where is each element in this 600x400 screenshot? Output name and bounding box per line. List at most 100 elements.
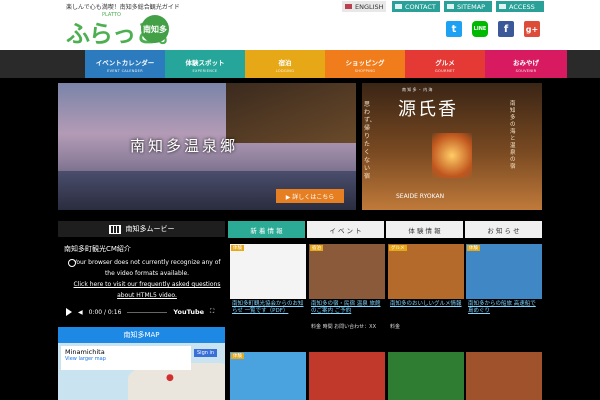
nav-sublabel: EXPERIENCE (192, 69, 218, 73)
hero-banner-genjiko[interactable]: 南 知 多 ・ 内 海 源氏香 思わず、帰りたくない宿 南知多の海と温泉の宿 S… (362, 83, 542, 210)
car-icon (499, 4, 506, 9)
video-heading: 南知多ムービー (125, 225, 175, 233)
logo-badge: 南知多 (141, 15, 169, 43)
google-map[interactable]: Minamichita View larger map Sign in ● (58, 343, 225, 400)
hero2-subtitle: 南 知 多 ・ 内 海 (402, 87, 433, 92)
nav-item-gourmet[interactable]: グルメ GOURMET (405, 50, 485, 78)
google-plus-icon[interactable]: g+ (524, 21, 540, 37)
view-larger-map-link[interactable]: View larger map (65, 356, 187, 362)
video-faq-link[interactable]: Click here to visit our frequently asked… (74, 281, 221, 299)
mail-icon (395, 4, 402, 9)
card-title-link[interactable]: 南知多のおいしいグルメ情報 (390, 301, 463, 308)
map-place-name: Minamichita (65, 348, 105, 356)
contact-button[interactable]: CONTACT (392, 1, 440, 12)
card-title-link[interactable]: 南知多町観光協会からのお知らせ 一覧です（PDF） (232, 301, 305, 315)
nav-sublabel: GOURMET (435, 69, 455, 73)
tab-events[interactable]: イ ベ ン ト (307, 221, 384, 238)
nav-label: おみやげ (513, 59, 539, 67)
hero-building-image (226, 83, 356, 143)
tagline: 楽しんで心も満喫！南知多総合観光ガイド (66, 4, 180, 11)
line-icon[interactable]: LINE (472, 21, 488, 37)
news-card[interactable] (309, 352, 385, 400)
map-signin-button[interactable]: Sign in (194, 349, 218, 357)
card-thumbnail[interactable] (309, 244, 385, 299)
main-nav: イベントカレンダー EVENT CALENDER 体験スポット EXPERIENCE… (0, 50, 600, 78)
nav-item-events[interactable]: イベントカレンダー EVENT CALENDER (85, 50, 165, 78)
card-title-link[interactable]: 南知多からの船旅 高速船で島めぐり (468, 301, 541, 315)
nav-item-lodging[interactable]: 宿泊 LODGING (245, 50, 325, 78)
sitemap-label: SITEMAP (457, 2, 486, 11)
facebook-icon[interactable]: f (498, 21, 514, 37)
tab-experiences[interactable]: 体 験 情 報 (386, 221, 463, 238)
hero-banner-onsen[interactable]: 南知多温泉郷 ▶ 詳しくはこちら (58, 83, 356, 210)
hero2-brand: SEAIDE RYOKAN (396, 193, 445, 200)
nav-item-shopping[interactable]: ショッピング SHOPPING (325, 50, 405, 78)
nav-item-experience[interactable]: 体験スポット EXPERIENCE (165, 50, 245, 78)
english-button[interactable]: ENGLISH (342, 1, 386, 12)
card-thumbnail[interactable] (388, 352, 464, 400)
card-thumbnail[interactable] (230, 244, 306, 299)
youtube-logo[interactable]: YouTube (173, 308, 204, 316)
map-info-card: Minamichita View larger map (61, 346, 191, 370)
news-card[interactable] (388, 352, 464, 400)
volume-icon[interactable]: ◀ (78, 309, 83, 316)
news-card[interactable]: 体験 (230, 352, 306, 400)
hero-details-button[interactable]: ▶ 詳しくはこちら (276, 189, 344, 203)
twitter-icon[interactable]: t (446, 21, 462, 37)
card-thumbnail[interactable] (388, 244, 464, 299)
sitemap-icon (447, 4, 454, 9)
sitemap-button[interactable]: SITEMAP (444, 1, 492, 12)
news-tabs: 新 着 情 報 イ ベ ン ト 体 験 情 報 お 知 ら せ (228, 221, 542, 238)
hero2-title: 源氏香 (398, 99, 458, 120)
news-card[interactable]: 体験南知多町観光協会からのお知らせ 一覧です（PDF） (230, 244, 306, 349)
nav-item-souvenir[interactable]: おみやげ SOUVENIR (485, 50, 567, 78)
flag-icon (345, 4, 352, 9)
nav-label: ショッピング (345, 59, 385, 67)
site-header: 楽しんで心も満喫！南知多総合観光ガイド PLATTO ふらっと。 南知多 ENG… (0, 0, 600, 50)
hero2-vertical-text-right: 南知多の海と温泉の宿 (510, 101, 516, 170)
card-meta: 料金 時間 お問い合わせ：XX (311, 324, 377, 330)
nav-sublabel: LODGING (275, 69, 295, 73)
video-error-message: Your browser does not currently recogniz… (72, 257, 222, 301)
card-category-tag: 体験 (231, 245, 244, 251)
news-card[interactable]: グルメ南知多のおいしいグルメ情報 料金 (388, 244, 464, 349)
access-button[interactable]: ACCESS (496, 1, 544, 12)
news-card[interactable] (466, 352, 542, 400)
card-category-tag: 体験 (467, 245, 480, 251)
map-pin-icon[interactable]: ● (166, 373, 174, 383)
news-card[interactable]: 宿泊南知多の宿・民宿 温泉 旅館のご案内 ご予約料金 時間 お問い合わせ：XX (309, 244, 385, 349)
play-icon[interactable] (66, 308, 72, 316)
video-section-header: 南知多ムービー (58, 221, 225, 237)
card-thumbnail[interactable] (309, 352, 385, 400)
card-title-link[interactable]: 南知多の宿・民宿 温泉 旅館のご案内 ご予約 (311, 301, 384, 315)
nav-label: グルメ (435, 59, 455, 67)
access-label: ACCESS (509, 2, 535, 11)
film-icon (108, 224, 121, 234)
video-time: 0:00 / 0:16 (88, 308, 122, 316)
nav-sublabel: SHOPPING (354, 69, 376, 73)
nav-label: イベントカレンダー (95, 59, 155, 67)
nav-sublabel: EVENT CALENDER (107, 69, 143, 73)
nav-label: 体験スポット (185, 59, 225, 67)
tab-notices[interactable]: お 知 ら せ (465, 221, 542, 238)
video-progress[interactable] (127, 311, 168, 313)
map-section-header: 南知多MAP (58, 327, 225, 343)
lantern-image (432, 133, 472, 178)
card-thumbnail[interactable] (466, 244, 542, 299)
hero-title: 南知多温泉郷 (130, 137, 239, 155)
fullscreen-icon[interactable]: ⛶ (210, 308, 214, 316)
nav-label: 宿泊 (278, 59, 292, 67)
card-thumbnail[interactable] (466, 352, 542, 400)
video-player[interactable]: 南知多町観光CM紹介 Your browser does not current… (58, 238, 225, 321)
card-thumbnail[interactable] (230, 352, 306, 400)
contact-label: CONTACT (405, 2, 436, 11)
news-card[interactable]: 体験南知多からの船旅 高速船で島めぐり (466, 244, 542, 349)
english-label: ENGLISH (355, 2, 384, 11)
card-meta: 料金 (390, 324, 401, 330)
nav-sublabel: SOUVENIR (515, 69, 537, 73)
tab-whats-new[interactable]: 新 着 情 報 (228, 221, 305, 238)
card-category-tag: グルメ (389, 245, 407, 251)
video-message-text: Your browser does not currently recogniz… (73, 259, 221, 277)
card-category-tag: 宿泊 (310, 245, 323, 251)
video-title: 南知多町観光CM紹介 (64, 245, 131, 253)
